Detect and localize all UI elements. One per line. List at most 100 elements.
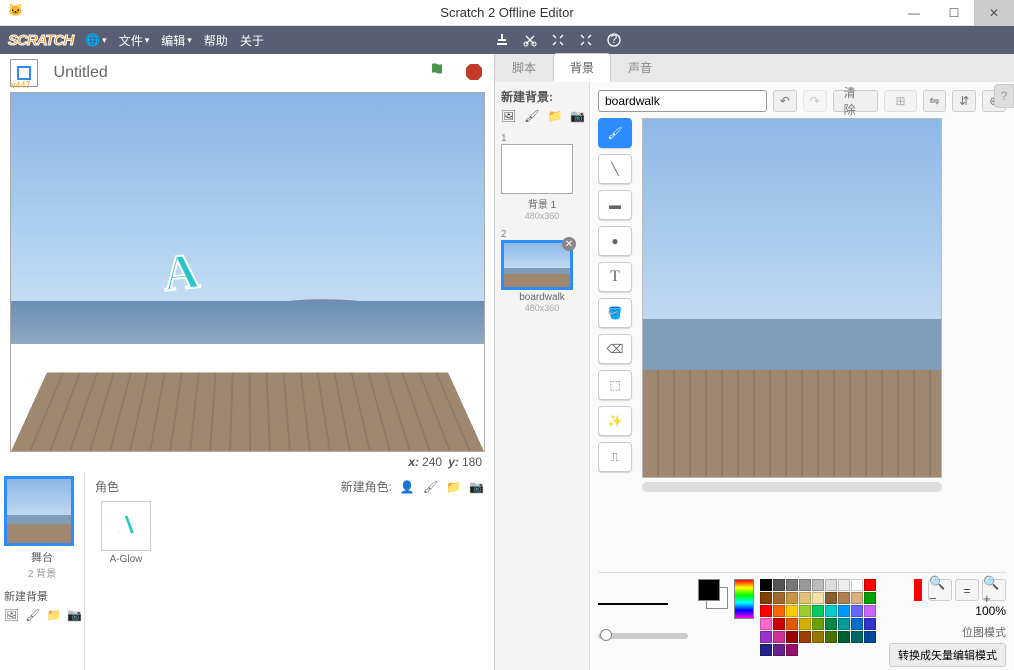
color-swatch[interactable] xyxy=(786,592,798,604)
color-swatch[interactable] xyxy=(773,592,785,604)
scissors-icon[interactable] xyxy=(523,33,537,47)
costume-upload-icon[interactable]: 📁 xyxy=(547,109,562,123)
color-swatch[interactable] xyxy=(799,605,811,617)
close-button[interactable]: ✕ xyxy=(974,0,1014,26)
paint-canvas[interactable] xyxy=(642,118,942,478)
color-swatch[interactable] xyxy=(864,618,876,630)
rect-tool[interactable]: ▬ xyxy=(598,190,632,220)
eraser-tool[interactable]: ⌫ xyxy=(598,334,632,364)
color-swatch[interactable] xyxy=(864,579,876,591)
color-swatch[interactable] xyxy=(812,605,824,617)
color-swatch[interactable] xyxy=(838,618,850,630)
color-swatch[interactable] xyxy=(864,592,876,604)
no-color-icon[interactable] xyxy=(914,579,922,601)
color-swatch[interactable] xyxy=(825,579,837,591)
color-swatch[interactable] xyxy=(838,579,850,591)
brush-tool[interactable]: 🖌 xyxy=(598,118,632,148)
library-icon[interactable]: 🖼 xyxy=(4,608,19,622)
line-tool[interactable]: ╲ xyxy=(598,154,632,184)
color-swatch[interactable] xyxy=(760,631,772,643)
color-swatch[interactable] xyxy=(760,592,772,604)
camera-icon[interactable]: 📷 xyxy=(67,608,82,622)
tab-scripts[interactable]: 脚本 xyxy=(495,53,553,82)
stamp-tool[interactable]: ⎍ xyxy=(598,442,632,472)
maximize-button[interactable]: ☐ xyxy=(934,0,974,26)
menu-file[interactable]: 文件▾ xyxy=(119,32,150,49)
color-swatch[interactable] xyxy=(799,631,811,643)
color-swatch[interactable] xyxy=(799,579,811,591)
color-swatch[interactable] xyxy=(838,592,850,604)
select-tool[interactable]: ⬚ xyxy=(598,370,632,400)
color-swatch[interactable] xyxy=(786,605,798,617)
stage-thumbnail[interactable] xyxy=(4,476,74,546)
color-swatch[interactable] xyxy=(838,605,850,617)
tab-costumes[interactable]: 背景 xyxy=(553,53,611,82)
color-swatch[interactable] xyxy=(825,618,837,630)
color-swatch[interactable] xyxy=(773,605,785,617)
costume-item-2[interactable]: 2 ✕ boardwalk 480x360 xyxy=(501,229,583,313)
color-swatch[interactable] xyxy=(851,592,863,604)
color-swatch[interactable] xyxy=(851,605,863,617)
color-swatch[interactable] xyxy=(864,631,876,643)
color-swatch[interactable] xyxy=(825,592,837,604)
text-tool[interactable]: T xyxy=(598,262,632,292)
upload-icon[interactable]: 📁 xyxy=(46,608,61,622)
sprite-paint-icon[interactable]: 🖌 xyxy=(423,480,438,494)
stamp-icon[interactable] xyxy=(495,33,509,47)
color-swatch[interactable] xyxy=(825,631,837,643)
flip-h-icon[interactable]: ⇋ xyxy=(923,90,947,112)
sprite-card[interactable]: A A-Glow xyxy=(95,501,157,565)
help-icon[interactable]: ? xyxy=(607,33,621,47)
color-picker-icon[interactable] xyxy=(734,579,754,619)
h-scrollbar[interactable] xyxy=(642,482,942,492)
color-swatch[interactable] xyxy=(760,644,772,656)
undo-button[interactable]: ↶ xyxy=(773,90,797,112)
minimize-button[interactable]: — xyxy=(894,0,934,26)
color-swatch[interactable] xyxy=(799,618,811,630)
costume-name-input[interactable] xyxy=(598,90,767,112)
costume-camera-icon[interactable]: 📷 xyxy=(570,109,585,123)
paint-icon[interactable]: 🖌 xyxy=(25,608,40,622)
zoom-fit-button[interactable]: = xyxy=(955,579,979,601)
stage[interactable]: A xyxy=(10,92,485,452)
sprite-library-icon[interactable]: 👤 xyxy=(400,480,415,494)
zoom-out-button[interactable]: 🔍− xyxy=(928,579,952,601)
tab-sounds[interactable]: 声音 xyxy=(611,53,669,82)
ellipse-tool[interactable]: ● xyxy=(598,226,632,256)
color-swatch[interactable] xyxy=(812,579,824,591)
sprite-camera-icon[interactable]: 📷 xyxy=(469,480,484,494)
color-swatch[interactable] xyxy=(812,631,824,643)
color-swatch[interactable] xyxy=(760,618,772,630)
project-title[interactable]: Untitled xyxy=(54,64,108,82)
color-swatch[interactable] xyxy=(773,644,785,656)
menu-about[interactable]: 关于 xyxy=(240,32,264,49)
zoom-in-button[interactable]: 🔍+ xyxy=(982,579,1006,601)
color-swatch[interactable] xyxy=(786,579,798,591)
costume-item-1[interactable]: 1 背景 1 480x360 xyxy=(501,133,583,221)
color-swatch[interactable] xyxy=(851,631,863,643)
color-palette[interactable] xyxy=(760,579,876,656)
color-swatch[interactable] xyxy=(786,618,798,630)
color-swatch[interactable] xyxy=(786,631,798,643)
green-flag-icon[interactable] xyxy=(428,61,450,86)
costume-paint-icon[interactable]: 🖌 xyxy=(524,109,539,123)
grow-icon[interactable] xyxy=(551,33,565,47)
stroke-slider[interactable] xyxy=(598,633,688,639)
color-swatch[interactable] xyxy=(851,579,863,591)
clear-button[interactable]: 清除 xyxy=(833,90,879,112)
shrink-icon[interactable] xyxy=(579,33,593,47)
color-swatch[interactable] xyxy=(812,618,824,630)
wand-tool[interactable]: ✨ xyxy=(598,406,632,436)
sprite-a-on-stage[interactable]: A xyxy=(160,241,202,302)
color-swatch[interactable] xyxy=(760,579,772,591)
fg-bg-colors[interactable] xyxy=(698,579,728,609)
color-swatch[interactable] xyxy=(864,605,876,617)
menu-help[interactable]: 帮助 xyxy=(204,32,228,49)
sprite-upload-icon[interactable]: 📁 xyxy=(446,480,461,494)
menu-edit[interactable]: 编辑▾ xyxy=(161,32,192,49)
costume-library-icon[interactable]: 🖼 xyxy=(501,109,516,123)
convert-mode-button[interactable]: 转换成矢量编辑模式 xyxy=(889,643,1006,667)
color-swatch[interactable] xyxy=(760,605,772,617)
color-swatch[interactable] xyxy=(773,579,785,591)
redo-button[interactable]: ↷ xyxy=(803,90,827,112)
